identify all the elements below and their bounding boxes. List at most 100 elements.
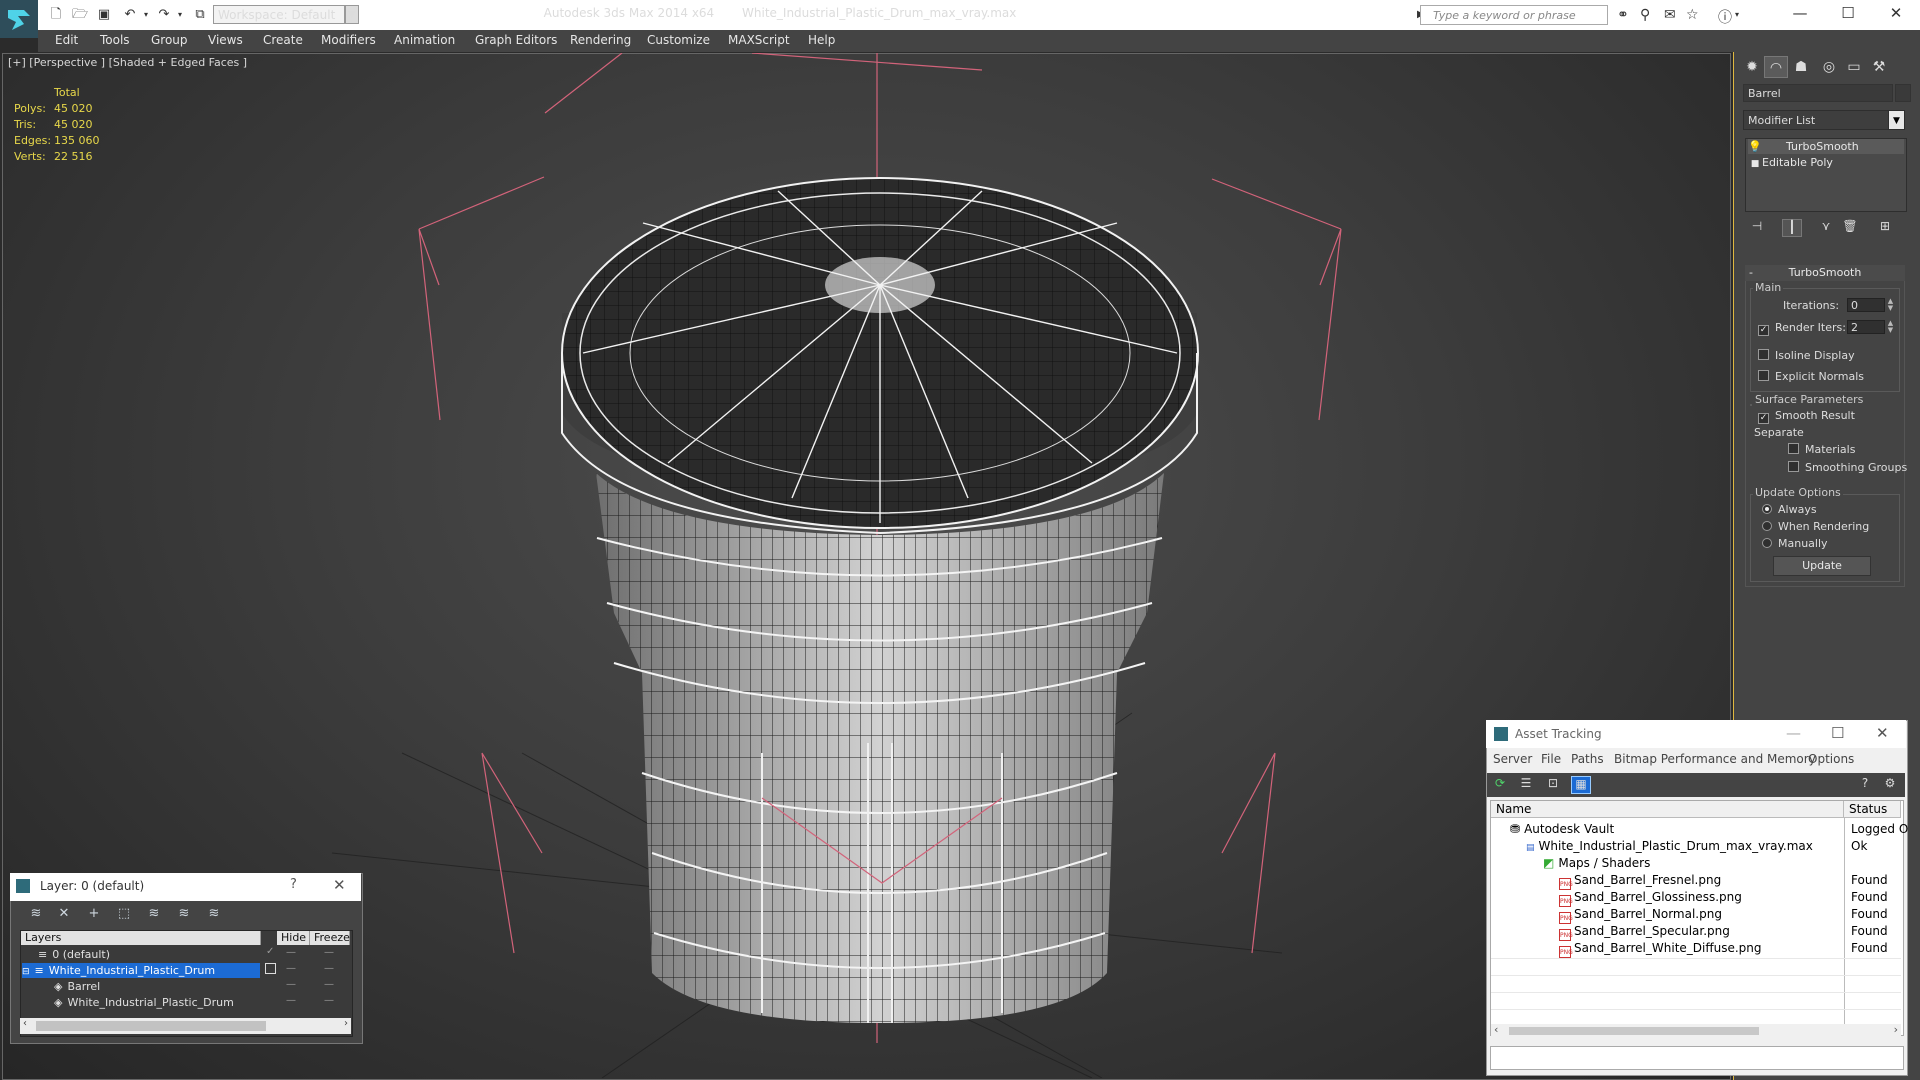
new-layer-icon[interactable]: ≋ (26, 906, 46, 924)
minimize-icon[interactable]: — (1780, 2, 1820, 24)
highlight-layer-icon[interactable]: ≋ (144, 906, 164, 924)
object-row[interactable]: ◈ White_Industrial_Plastic_Drum (54, 995, 234, 1010)
explicit-normals-row[interactable]: Explicit Normals (1758, 370, 1864, 383)
hide-toggle[interactable]: — (286, 947, 296, 958)
menu-customize[interactable]: Customize (647, 33, 710, 47)
menu-animation[interactable]: Animation (394, 33, 455, 47)
thumbnail-view-icon[interactable]: ⊡ (1543, 776, 1563, 794)
menu-tools[interactable]: Tools (100, 33, 130, 47)
isoline-display-checkbox[interactable] (1758, 349, 1769, 360)
materials-checkbox[interactable] (1788, 443, 1799, 454)
freeze-toggle[interactable]: — (324, 979, 334, 990)
freeze-toggle[interactable]: — (324, 995, 334, 1006)
menu-file[interactable]: File (1541, 752, 1561, 766)
asset-tracking-titlebar[interactable]: Asset Tracking — ☐ ✕ (1486, 720, 1906, 748)
col-layers[interactable]: Layers (21, 931, 261, 945)
freeze-all-icon[interactable]: ≋ (204, 906, 224, 924)
layer-dialog-titlebar[interactable]: Layer: 0 (default) ? ✕ (10, 873, 361, 901)
layer-row-selected[interactable]: ⊟ ≡ White_Industrial_Plastic_Drum (22, 963, 260, 978)
freeze-toggle[interactable]: — (324, 947, 334, 958)
select-objects-icon[interactable]: ⬚ (114, 906, 134, 924)
smooth-result-row[interactable]: ✓ Smooth Result (1758, 409, 1855, 424)
chevron-down-icon[interactable]: ▼ (1888, 110, 1905, 130)
collapse-icon[interactable]: - (1749, 265, 1753, 281)
always-row[interactable]: Always (1762, 503, 1817, 516)
object-color-swatch[interactable] (1895, 84, 1911, 102)
col-status[interactable]: Status (1844, 801, 1901, 818)
close-icon[interactable]: ✕ (333, 876, 346, 894)
utilities-tab-icon[interactable]: ⚒ (1867, 56, 1891, 78)
asset-row-png[interactable]: PNGSand_Barrel_Fresnel.png (1559, 872, 1721, 890)
close-icon[interactable]: ✕ (1876, 2, 1916, 24)
scroll-right-icon[interactable]: › (344, 1018, 348, 1029)
motion-tab-icon[interactable]: ◎ (1817, 56, 1841, 78)
make-unique-icon[interactable]: ⋎ (1816, 219, 1836, 237)
asset-row-png[interactable]: PNGSand_Barrel_Glossiness.png (1559, 889, 1742, 907)
menu-modifiers[interactable]: Modifiers (321, 33, 376, 47)
rollout-title[interactable]: - TurboSmooth (1745, 265, 1905, 281)
menu-create[interactable]: Create (263, 33, 303, 47)
help-dropdown-icon[interactable]: ▾ (1735, 10, 1739, 19)
viewport-label[interactable]: [+] [Perspective ] [Shaded + Edged Faces… (8, 56, 247, 69)
iterations-spinner[interactable]: 0 (1847, 298, 1885, 312)
smoothing-groups-checkbox[interactable] (1788, 461, 1799, 472)
when-rendering-radio[interactable] (1762, 521, 1772, 531)
help-icon[interactable]: ? (290, 877, 297, 892)
col-hide[interactable]: Hide (277, 931, 310, 945)
asset-row-max-file[interactable]: ▤ White_Industrial_Plastic_Drum_max_vray.… (1526, 838, 1813, 855)
asset-row-png[interactable]: PNGSand_Barrel_Specular.png (1559, 923, 1730, 941)
help-icon[interactable]: ⓘ (1718, 7, 1732, 27)
object-name-field[interactable]: Barrel (1743, 84, 1893, 102)
hide-toggle[interactable]: — (286, 963, 296, 974)
col-name[interactable]: Name (1491, 801, 1844, 818)
set-current-checkbox[interactable] (265, 963, 276, 974)
layer-row[interactable]: ≡ 0 (default) (38, 947, 110, 962)
scroll-thumb[interactable] (36, 1021, 266, 1031)
asset-path-field[interactable] (1490, 1046, 1904, 1070)
create-tab-icon[interactable]: ✹ (1740, 56, 1764, 78)
binoculars-icon[interactable]: ⚭ (1617, 7, 1629, 23)
pin-stack-icon[interactable]: ⊣ (1747, 219, 1767, 237)
update-button[interactable]: Update (1773, 556, 1871, 576)
menu-views[interactable]: Views (208, 33, 243, 47)
spinner-arrows-icon[interactable]: ▲ ▼ (1886, 320, 1895, 334)
freeze-toggle[interactable]: — (324, 963, 334, 974)
close-icon[interactable]: ✕ (1876, 724, 1889, 742)
asset-row-maps-folder[interactable]: ◩ Maps / Shaders (1543, 855, 1650, 872)
object-row[interactable]: ◈ Barrel (54, 979, 100, 994)
menu-maxscript[interactable]: MAXScript (728, 33, 790, 47)
asset-row-vault[interactable]: ⛃ Autodesk Vault (1510, 821, 1614, 838)
menu-graph-editors[interactable]: Graph Editors (475, 33, 557, 47)
help-icon[interactable]: ? (1855, 776, 1875, 794)
scroll-left-icon[interactable]: ‹ (23, 1018, 27, 1029)
hide-toggle[interactable]: — (286, 995, 296, 1006)
asset-row-png[interactable]: PNGSand_Barrel_White_Diffuse.png (1559, 940, 1762, 958)
menu-rendering[interactable]: Rendering (570, 33, 631, 47)
modify-tab-icon[interactable]: ◠ (1764, 56, 1788, 78)
horizontal-scrollbar[interactable]: ‹ › (1491, 1023, 1901, 1038)
menu-edit[interactable]: Edit (55, 33, 78, 47)
when-rendering-row[interactable]: When Rendering (1762, 520, 1869, 533)
scroll-thumb[interactable] (1509, 1027, 1759, 1035)
modifier-list-dropdown[interactable]: Modifier List (1743, 110, 1905, 130)
hide-all-icon[interactable]: ≋ (174, 906, 194, 924)
asset-row-png[interactable]: PNGSand_Barrel_Normal.png (1559, 906, 1722, 924)
scroll-right-icon[interactable]: › (1894, 1023, 1898, 1036)
list-view-icon[interactable]: ☰ (1516, 776, 1536, 794)
maximize-icon[interactable]: ☐ (1828, 2, 1868, 24)
menu-paths[interactable]: Paths (1571, 752, 1604, 766)
stack-item-editable-poly[interactable]: ■ Editable Poly (1748, 155, 1904, 170)
smoothing-groups-row[interactable]: Smoothing Groups (1788, 461, 1907, 474)
menu-group[interactable]: Group (151, 33, 188, 47)
hierarchy-tab-icon[interactable]: ☗ (1789, 56, 1813, 78)
horizontal-scrollbar[interactable]: ‹ › (20, 1018, 351, 1034)
render-iters-row[interactable]: ✓ Render Iters: (1758, 321, 1846, 336)
menu-bitmap-performance[interactable]: Bitmap Performance and Memory (1614, 752, 1816, 766)
current-layer-check-icon[interactable]: ✓ (266, 946, 274, 957)
communication-center-icon[interactable]: ✉ (1664, 7, 1676, 23)
display-tab-icon[interactable]: ▭ (1842, 56, 1866, 78)
manually-radio[interactable] (1762, 538, 1772, 548)
spinner-arrows-icon[interactable]: ▲ ▼ (1886, 298, 1895, 312)
collapse-icon[interactable]: ⊟ (22, 967, 30, 977)
maximize-icon[interactable]: ☐ (1831, 724, 1844, 742)
